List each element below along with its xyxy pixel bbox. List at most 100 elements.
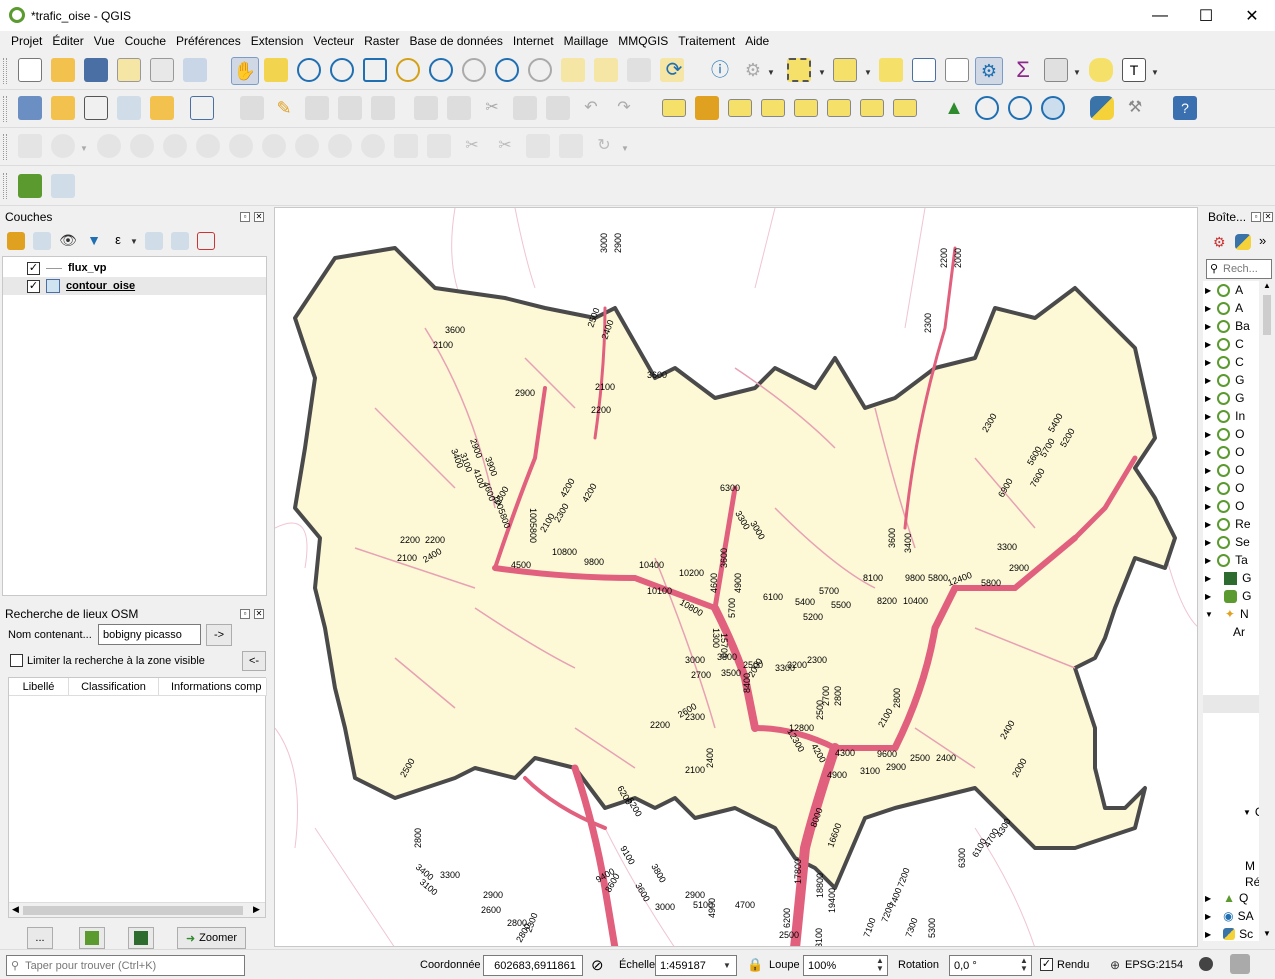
add-part-icon[interactable]: [163, 134, 187, 158]
menu-raster[interactable]: Raster: [359, 34, 404, 48]
text-annotation-icon[interactable]: T: [1122, 58, 1146, 82]
offset-point-symbols-icon[interactable]: ↻: [592, 134, 616, 158]
zoom-full-icon[interactable]: [363, 58, 387, 82]
pan-to-selection-icon[interactable]: [264, 58, 288, 82]
toolbox-item[interactable]: ▶ O: [1205, 461, 1245, 479]
plugin-reloader-icon[interactable]: ⚒: [1123, 96, 1147, 120]
toolbox-item[interactable]: ▶ Ba: [1205, 317, 1250, 335]
digitize-icon[interactable]: [84, 96, 108, 120]
new-3d-map-icon[interactable]: [594, 58, 618, 82]
menu-couche[interactable]: Couche: [120, 34, 171, 48]
filter-legend-icon[interactable]: ▼: [85, 232, 103, 250]
column-header-libelle[interactable]: Libellé: [9, 678, 69, 696]
close-button[interactable]: ✕: [1229, 0, 1275, 31]
toolbar-grip[interactable]: [3, 173, 7, 199]
column-header-informations[interactable]: Informations comp: [159, 678, 267, 696]
open-project-icon[interactable]: [51, 58, 75, 82]
rotate-label-icon[interactable]: [860, 99, 884, 117]
toolbox-item[interactable]: ▶ G: [1205, 569, 1252, 587]
float-panel-icon[interactable]: ▫: [240, 212, 250, 222]
menu-vecteur[interactable]: Vecteur: [308, 34, 359, 48]
deselect-features-icon[interactable]: [879, 58, 903, 82]
cut-features-icon[interactable]: ✂: [480, 96, 504, 120]
messages-icon[interactable]: [1199, 957, 1213, 971]
chevron-down-icon[interactable]: ▼: [767, 68, 775, 77]
python-console-icon[interactable]: [1090, 96, 1114, 120]
horizontal-scrollbar[interactable]: ◀ ▶: [9, 902, 265, 917]
menu-maillage[interactable]: Maillage: [559, 34, 614, 48]
scroll-up-icon[interactable]: ▲: [1263, 281, 1271, 290]
toolbox-item[interactable]: ▶ O: [1205, 497, 1245, 515]
merge-features-icon[interactable]: ✂: [493, 134, 517, 158]
wms-search-icon[interactable]: [1008, 96, 1032, 120]
toolbar-grip[interactable]: [3, 96, 7, 122]
toolbox-item[interactable]: ▶ A: [1205, 281, 1243, 299]
lock-scale-icon[interactable]: 🔒: [747, 957, 763, 973]
toolbox-vertical-scrollbar[interactable]: ▲ ▼: [1260, 281, 1274, 941]
osm-search-input[interactable]: bobigny picasso: [98, 624, 201, 645]
identify-features-icon[interactable]: ⓘ: [708, 58, 732, 82]
toolbox-item[interactable]: ▶ O: [1205, 443, 1245, 461]
measure-line-icon[interactable]: [1044, 58, 1068, 82]
menu-internet[interactable]: Internet: [508, 34, 559, 48]
menu-base-de-donnees[interactable]: Base de données: [404, 34, 507, 48]
run-feature-action-icon[interactable]: ⚙: [741, 58, 765, 82]
chevron-down-icon[interactable]: ▼: [130, 237, 138, 246]
toolbox-item[interactable]: ▶ Se: [1205, 533, 1250, 551]
column-header-classification[interactable]: Classification: [69, 678, 159, 696]
show-hide-labels-icon[interactable]: [794, 99, 818, 117]
scroll-down-icon[interactable]: ▼: [1263, 929, 1271, 938]
crs-icon[interactable]: ⊕: [1110, 958, 1120, 972]
add-ring-icon[interactable]: [51, 134, 75, 158]
models-icon[interactable]: ⚙: [1213, 234, 1229, 250]
scroll-right-icon[interactable]: ▶: [253, 904, 260, 915]
menu-mmqgis[interactable]: MMQGIS: [613, 34, 673, 48]
toolbox-icon[interactable]: ⚙: [975, 57, 1003, 85]
add-layer-icon[interactable]: [190, 96, 214, 120]
trim-extend-icon[interactable]: [394, 134, 418, 158]
collapse-all-icon[interactable]: [171, 232, 189, 250]
globe-icon[interactable]: [1041, 96, 1065, 120]
crs-label[interactable]: EPSG:2154: [1125, 959, 1183, 971]
manage-map-themes-icon[interactable]: 👁: [59, 232, 77, 250]
toolbox-item[interactable]: ▶ G: [1205, 371, 1245, 389]
expand-all-icon[interactable]: [145, 232, 163, 250]
toolbox-item[interactable]: ▶ Re: [1205, 515, 1251, 533]
new-print-layout-icon[interactable]: [117, 58, 141, 82]
layout-manager-icon[interactable]: [150, 58, 174, 82]
toolbox-item[interactable]: ▶ G: [1205, 587, 1252, 605]
zoom-button[interactable]: ➜ Zoomer: [177, 927, 246, 949]
chevron-down-icon[interactable]: ▼: [621, 144, 629, 153]
delete-selected-icon[interactable]: [447, 96, 471, 120]
maximize-button[interactable]: ☐: [1183, 0, 1229, 31]
paste-features-icon[interactable]: [546, 96, 570, 120]
current-edits-icon[interactable]: [240, 96, 264, 120]
rotate-point-symbols-icon[interactable]: [559, 134, 583, 158]
scroll-thumb[interactable]: [23, 906, 243, 915]
zoom-last-icon[interactable]: [495, 58, 519, 82]
menu-preferences[interactable]: Préférences: [171, 34, 246, 48]
georeferencer-icon[interactable]: ▲: [942, 96, 966, 120]
select-by-value-icon[interactable]: [833, 58, 857, 82]
metasearch-icon[interactable]: [975, 96, 999, 120]
merge-attributes-icon[interactable]: [526, 134, 550, 158]
pan-map-icon[interactable]: ✋: [231, 57, 259, 85]
map-canvas[interactable]: 3000 2900 2200 2000 2300 3600 2100 2500 …: [274, 207, 1198, 947]
virtual-layer-icon[interactable]: [150, 96, 174, 120]
osm-results-table[interactable]: Libellé Classification Informations comp…: [8, 677, 267, 918]
attribute-table-icon[interactable]: [912, 58, 936, 82]
toolbox-item[interactable]: ▶ O: [1205, 479, 1245, 497]
fill-ring-icon[interactable]: [196, 134, 220, 158]
toolbox-item[interactable]: ▶ ◉ SA: [1205, 907, 1254, 925]
float-panel-icon[interactable]: ▫: [240, 609, 250, 619]
rotate-feature-icon[interactable]: [97, 134, 121, 158]
menu-aide[interactable]: Aide: [740, 34, 774, 48]
zoom-native-icon[interactable]: [462, 58, 486, 82]
toolbox-item[interactable]: ▶ In: [1205, 407, 1245, 425]
split-features-icon[interactable]: [427, 134, 451, 158]
chevron-down-icon[interactable]: ▼: [1073, 68, 1081, 77]
chevron-down-icon[interactable]: ▼: [818, 68, 826, 77]
filter-expression-icon[interactable]: ε: [109, 232, 127, 250]
render-checkbox[interactable]: ✓: [1040, 958, 1053, 971]
float-panel-icon[interactable]: ▫: [1251, 212, 1261, 222]
